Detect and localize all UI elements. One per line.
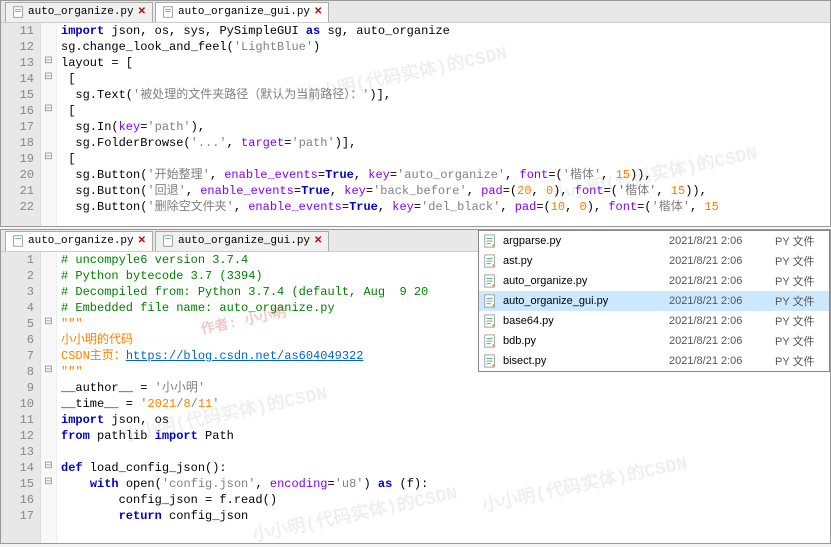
file-date: 2021/8/21 2:06	[669, 355, 769, 367]
file-date: 2021/8/21 2:06	[669, 255, 769, 267]
code-line[interactable]: sg.Button('删除空文件夹', enable_events=True, …	[61, 199, 830, 215]
file-row[interactable]: argparse.py 2021/8/21 2:06 PY 文件	[479, 231, 829, 251]
python-file-icon	[483, 314, 497, 328]
python-file-icon	[483, 334, 497, 348]
tab-label: auto_organize.py	[28, 235, 134, 247]
code-line[interactable]: from pathlib import Path	[61, 428, 830, 444]
file-date: 2021/8/21 2:06	[669, 315, 769, 327]
file-type: PY 文件	[775, 253, 825, 269]
tab-auto-organize-gui-b[interactable]: auto_organize_gui.py ✕	[155, 231, 329, 251]
python-file-icon	[483, 274, 497, 288]
code-line[interactable]: sg.Text('被处理的文件夹路径（默认为当前路径）：')],	[61, 87, 830, 103]
close-icon[interactable]: ✕	[138, 235, 146, 247]
code-line[interactable]: sg.In(key='path'),	[61, 119, 830, 135]
file-name: argparse.py	[503, 235, 663, 247]
python-file-icon	[483, 234, 497, 248]
fold-column[interactable]: ⊟⊟⊟⊟	[41, 252, 57, 543]
code-line[interactable]	[61, 444, 830, 460]
close-icon[interactable]: ✕	[314, 235, 322, 247]
python-file-icon	[483, 294, 497, 308]
code-line[interactable]: import json, os, sys, PySimpleGUI as sg,…	[61, 23, 830, 39]
file-type: PY 文件	[775, 333, 825, 349]
tab-label: auto_organize_gui.py	[178, 235, 310, 247]
tab-auto-organize-gui[interactable]: auto_organize_gui.py ✕	[155, 2, 329, 22]
tab-auto-organize[interactable]: auto_organize.py ✕	[5, 2, 153, 22]
file-name: bdb.py	[503, 335, 663, 347]
file-date: 2021/8/21 2:06	[669, 335, 769, 347]
code-line[interactable]: [	[61, 103, 830, 119]
code-area[interactable]: import json, os, sys, PySimpleGUI as sg,…	[57, 23, 830, 226]
code-line[interactable]: __author__ = '小小明'	[61, 380, 830, 396]
file-name: ast.py	[503, 255, 663, 267]
file-date: 2021/8/21 2:06	[669, 295, 769, 307]
code-line[interactable]: sg.change_look_and_feel('LightBlue')	[61, 39, 830, 55]
tab-label: auto_organize.py	[28, 6, 134, 18]
file-name: bisect.py	[503, 355, 663, 367]
code-line[interactable]: return config_json	[61, 508, 830, 524]
code-line[interactable]: [	[61, 71, 830, 87]
file-type: PY 文件	[775, 233, 825, 249]
file-date: 2021/8/21 2:06	[669, 235, 769, 247]
file-row[interactable]: base64.py 2021/8/21 2:06 PY 文件	[479, 311, 829, 331]
code-line[interactable]: [	[61, 151, 830, 167]
line-gutter: 111213141516171819202122	[1, 23, 41, 226]
editor-area-top[interactable]: 111213141516171819202122 ⊟⊟⊟⊟ import jso…	[1, 23, 830, 226]
editor-pane-top: auto_organize.py ✕ auto_organize_gui.py …	[0, 0, 831, 227]
python-file-icon	[162, 235, 174, 247]
code-line[interactable]: config_json = f.read()	[61, 492, 830, 508]
code-line[interactable]: sg.Button('回退', enable_events=True, key=…	[61, 183, 830, 199]
file-type: PY 文件	[775, 293, 825, 309]
file-name: auto_organize.py	[503, 275, 663, 287]
file-name: base64.py	[503, 315, 663, 327]
code-line[interactable]: sg.Button('开始整理', enable_events=True, ke…	[61, 167, 830, 183]
file-row[interactable]: ast.py 2021/8/21 2:06 PY 文件	[479, 251, 829, 271]
file-type: PY 文件	[775, 313, 825, 329]
file-row[interactable]: auto_organize.py 2021/8/21 2:06 PY 文件	[479, 271, 829, 291]
python-file-icon	[483, 354, 497, 368]
code-line[interactable]: import json, os	[61, 412, 830, 428]
file-row[interactable]: auto_organize_gui.py 2021/8/21 2:06 PY 文件	[479, 291, 829, 311]
file-explorer-popup: argparse.py 2021/8/21 2:06 PY 文件 ast.py 2021…	[478, 230, 830, 372]
tab-auto-organize-b[interactable]: auto_organize.py ✕	[5, 231, 153, 251]
python-file-icon	[12, 235, 24, 247]
code-line[interactable]: with open('config.json', encoding='u8') …	[61, 476, 830, 492]
file-date: 2021/8/21 2:06	[669, 275, 769, 287]
fold-column[interactable]: ⊟⊟⊟⊟	[41, 23, 57, 226]
close-icon[interactable]: ✕	[138, 6, 146, 18]
file-name: auto_organize_gui.py	[503, 295, 663, 307]
file-row[interactable]: bisect.py 2021/8/21 2:06 PY 文件	[479, 351, 829, 371]
python-file-icon	[12, 6, 24, 18]
tab-label: auto_organize_gui.py	[178, 6, 310, 18]
tabbar-top: auto_organize.py ✕ auto_organize_gui.py …	[1, 1, 830, 23]
code-line[interactable]: __time__ = '2021/8/11'	[61, 396, 830, 412]
file-type: PY 文件	[775, 353, 825, 369]
file-row[interactable]: bdb.py 2021/8/21 2:06 PY 文件	[479, 331, 829, 351]
code-line[interactable]: sg.FolderBrowse('...', target='path')],	[61, 135, 830, 151]
line-gutter: 1234567891011121314151617	[1, 252, 41, 543]
close-icon[interactable]: ✕	[314, 6, 322, 18]
code-line[interactable]: layout = [	[61, 55, 830, 71]
python-file-icon	[162, 6, 174, 18]
file-type: PY 文件	[775, 273, 825, 289]
python-file-icon	[483, 254, 497, 268]
code-line[interactable]: def load_config_json():	[61, 460, 830, 476]
